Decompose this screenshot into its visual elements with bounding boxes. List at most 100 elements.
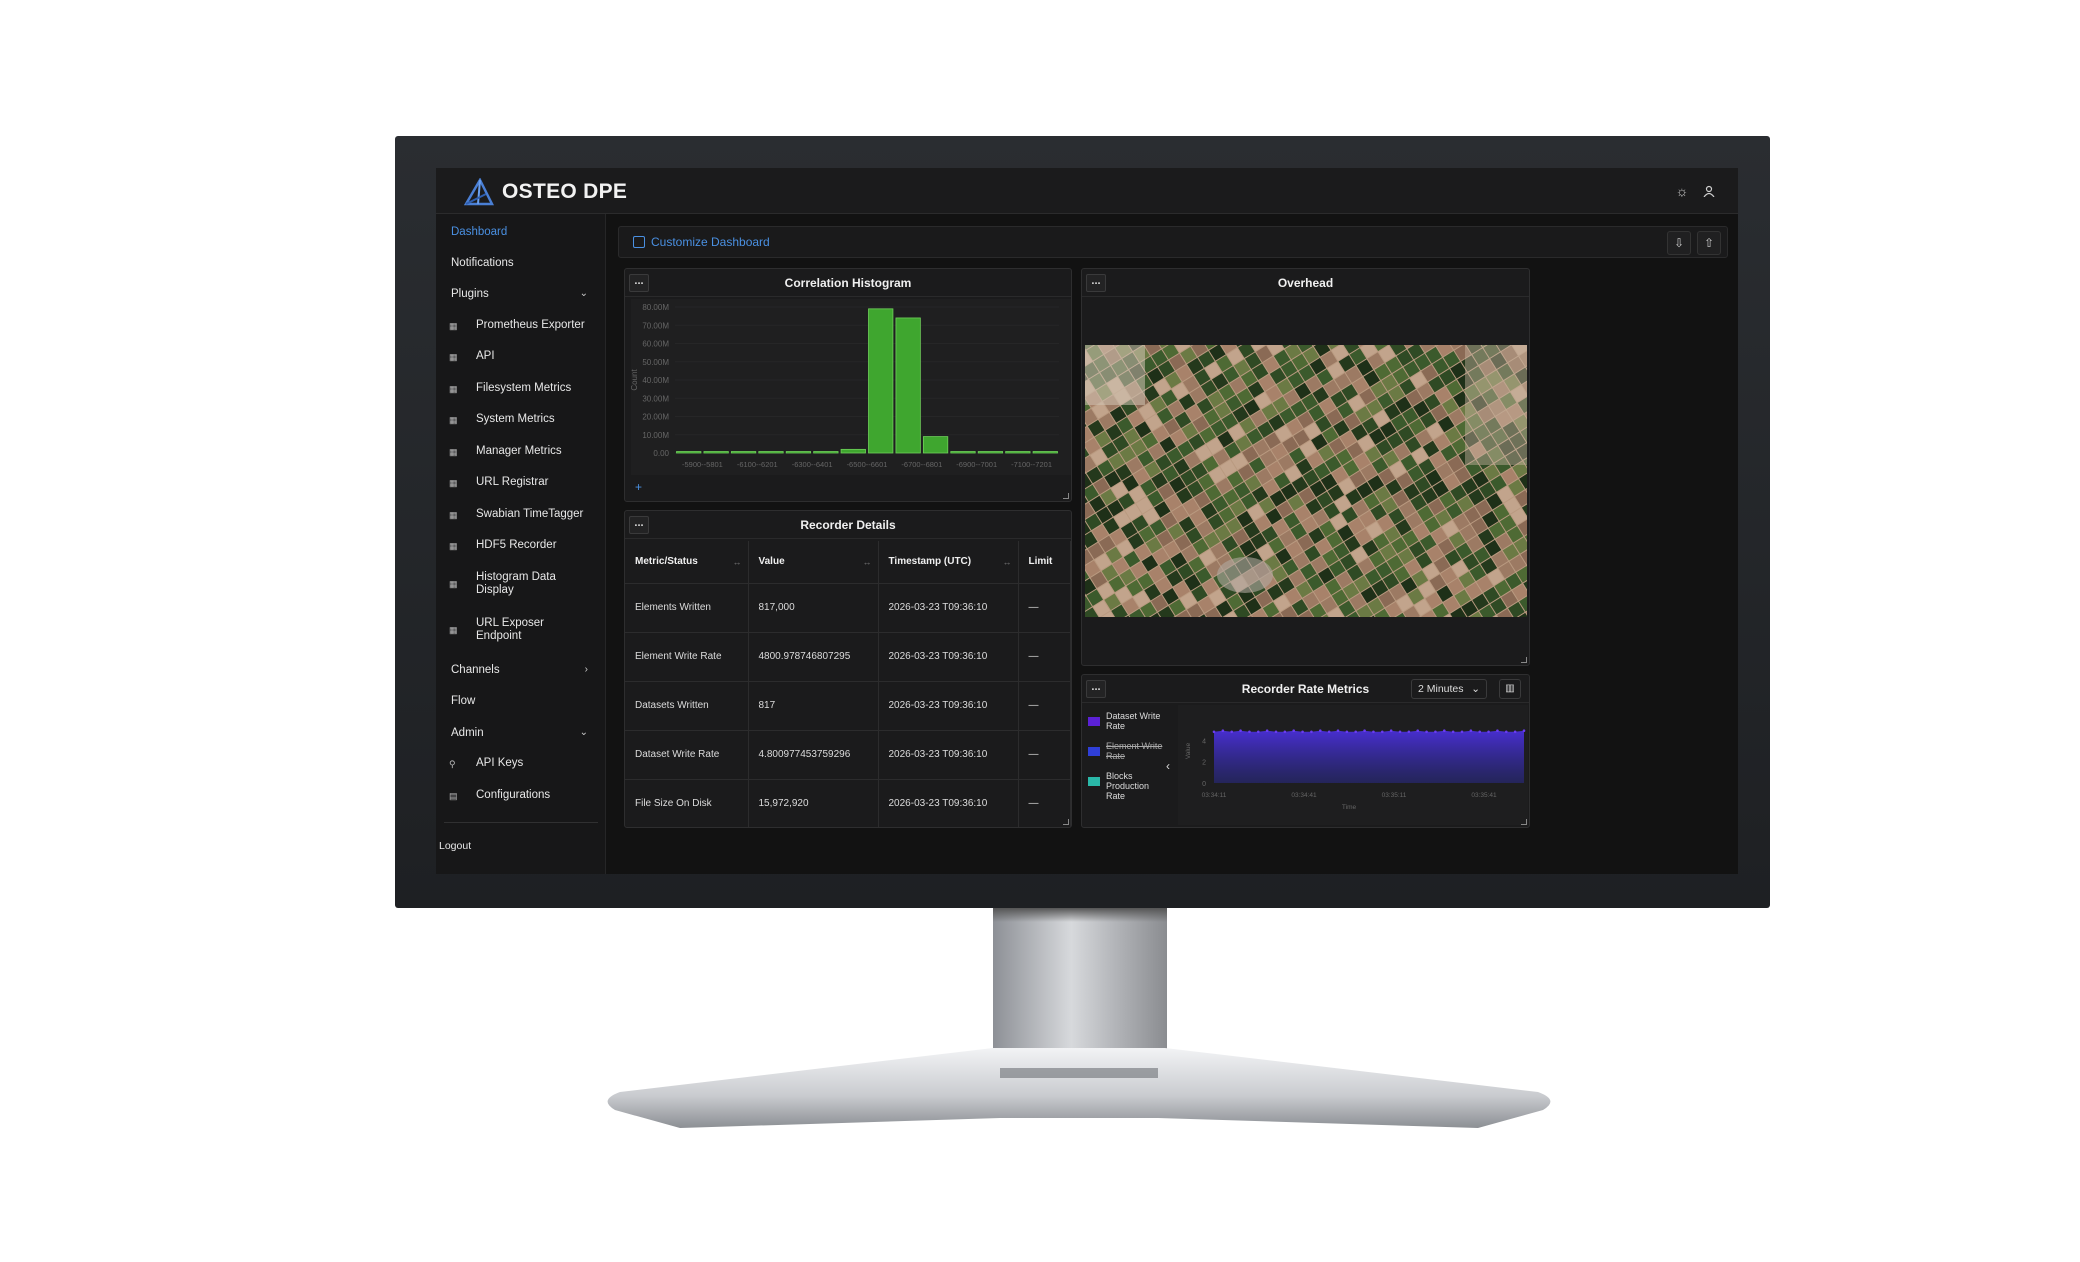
column-header[interactable]: Value ↔	[748, 541, 879, 584]
town-area	[1217, 557, 1273, 593]
logout-button[interactable]: Logout	[436, 832, 606, 860]
export-icon[interactable]: ⇧	[1697, 231, 1721, 255]
series-point	[1256, 730, 1260, 734]
series-point	[1460, 730, 1464, 734]
resize-column-icon[interactable]: ↔	[733, 557, 742, 567]
nav-flow[interactable]: Flow	[436, 687, 606, 715]
nav-api-keys[interactable]: ⚲ API Keys	[436, 750, 606, 778]
resize-handle[interactable]	[1063, 493, 1069, 499]
edit-icon	[633, 236, 645, 248]
y-tick-label: 60.00M	[642, 340, 669, 349]
time-range-select[interactable]: 2 Minutes ⌄	[1411, 679, 1487, 699]
column-header[interactable]: Limit	[1018, 541, 1071, 584]
table-cell: 817	[748, 681, 879, 731]
panel-header: ... Correlation Histogram	[625, 269, 1071, 297]
nav-admin[interactable]: Admin ⌄	[436, 719, 606, 747]
nav-plugin-label: Swabian TimeTagger	[476, 508, 584, 520]
x-tick-label: -6300--6401	[792, 460, 833, 469]
series-point	[1522, 729, 1526, 733]
nav-plugin-item[interactable]: ▦ Histogram Data Display	[436, 564, 606, 604]
resize-handle[interactable]	[1063, 819, 1069, 825]
y-tick-label: 4	[1202, 738, 1206, 745]
nav-plugin-item[interactable]: ▦ Manager Metrics	[436, 438, 606, 466]
legend-swatch	[1088, 717, 1100, 726]
x-tick-label: -6700--6801	[901, 460, 942, 469]
sun-icon[interactable]: ☼	[1671, 180, 1693, 202]
import-icon[interactable]: ⇩	[1667, 231, 1691, 255]
resize-column-icon[interactable]: ↔	[863, 557, 872, 567]
panel-header: ... Overhead	[1082, 269, 1529, 297]
nav-plugins[interactable]: Plugins ⌄	[436, 280, 606, 308]
neck-shadow	[993, 908, 1167, 922]
histogram-bar	[1005, 451, 1031, 454]
nav-plugin-item[interactable]: ▦ URL Registrar	[436, 469, 606, 497]
time-range-value: 2 Minutes	[1418, 683, 1464, 695]
x-tick-label: 03:34:11	[1202, 792, 1227, 799]
nav-plugin-label: HDF5 Recorder	[476, 539, 557, 551]
column-header-label: Metric/Status	[635, 556, 698, 568]
nav-plugin-item[interactable]: ▦ URL Exposer Endpoint	[436, 610, 606, 650]
nav-plugin-item[interactable]: ▦ System Metrics	[436, 406, 606, 434]
x-tick-label: 03:35:11	[1382, 792, 1407, 799]
column-header-label: Limit	[1028, 556, 1053, 568]
nav-plugin-item[interactable]: ▦ API	[436, 343, 606, 371]
y-tick-label: 50.00M	[642, 358, 669, 367]
nav-plugin-label: URL Exposer Endpoint	[476, 617, 544, 642]
table-cell: 2026-03-23 T09:36:10	[878, 583, 1019, 633]
histogram-bar	[977, 451, 1004, 454]
grid-icon: ▦	[449, 352, 458, 362]
nav-plugin-item[interactable]: ▦ Prometheus Exporter	[436, 312, 606, 340]
histogram-bar	[895, 317, 921, 454]
screen: OSTEO DPE ☼ Dashboard Notifications Plug…	[436, 168, 1738, 874]
histogram-bar	[703, 451, 729, 454]
details-table: Metric/Status ↔ Value ↔ Timestamp (UTC) ↔ L…	[625, 541, 1071, 827]
y-tick-label: 10.00M	[642, 431, 669, 440]
chart-type-icon[interactable]: ▥	[1499, 679, 1521, 699]
histogram-bar	[730, 451, 757, 454]
series-point	[1230, 730, 1234, 734]
nav-configurations[interactable]: ▤ Configurations	[436, 782, 606, 810]
customize-dashboard-button[interactable]: Customize Dashboard	[633, 235, 770, 249]
histogram-bar	[813, 451, 839, 454]
nav-notifications[interactable]: Notifications	[436, 249, 606, 277]
column-header[interactable]: Metric/Status ↔	[625, 541, 749, 584]
collapse-legend-icon[interactable]: ‹	[1166, 759, 1170, 773]
series-point	[1221, 729, 1225, 733]
series-point	[1389, 729, 1393, 733]
table-header-row: Metric/Status ↔ Value ↔ Timestamp (UTC) ↔ L…	[625, 541, 1071, 584]
histogram-bar	[1032, 451, 1058, 454]
nav-notifications-label: Notifications	[451, 257, 514, 269]
table-cell: Dataset Write Rate	[625, 730, 749, 780]
resize-handle[interactable]	[1521, 657, 1527, 663]
nav-channels[interactable]: Channels ›	[436, 656, 606, 684]
nav-dashboard[interactable]: Dashboard	[436, 218, 606, 246]
table-cell: 4.800977453759296	[748, 730, 879, 780]
column-header-label: Timestamp (UTC)	[888, 556, 972, 568]
nav-plugin-item[interactable]: ▦ Swabian TimeTagger	[436, 501, 606, 529]
resize-handle[interactable]	[1521, 819, 1527, 825]
legend-item[interactable]: Dataset Write Rate	[1086, 711, 1174, 735]
details-panel: ... Recorder Details Metric/Status ↔ Valu…	[624, 510, 1072, 828]
nav-plugin-item[interactable]: ▦ Filesystem Metrics	[436, 375, 606, 403]
grid-icon: ▦	[449, 579, 458, 589]
legend-item[interactable]: Element Write Rate	[1086, 741, 1174, 765]
x-tick-label: -6900--7001	[956, 460, 997, 469]
chart-legend: Dataset Write Rate Element Write Rate Bl…	[1086, 711, 1174, 811]
legend-item[interactable]: Blocks Production Rate	[1086, 771, 1174, 805]
chevron-down-icon: ⌄	[579, 727, 588, 738]
series-point	[1487, 730, 1490, 734]
nav-plugin-label: System Metrics	[476, 413, 555, 425]
table-cell: 15,972,920	[748, 779, 879, 827]
user-icon[interactable]	[1698, 180, 1720, 202]
column-header[interactable]: Timestamp (UTC) ↔	[878, 541, 1019, 584]
nav-channels-label: Channels	[451, 664, 500, 676]
resize-column-icon[interactable]: ↔	[1003, 557, 1012, 567]
monitor-neck	[993, 908, 1167, 1068]
legend-swatch	[1088, 777, 1100, 786]
series-point	[1434, 730, 1437, 734]
add-icon[interactable]: +	[635, 480, 642, 494]
series-point	[1318, 729, 1322, 733]
y-tick-label: 70.00M	[642, 321, 669, 330]
rate-metrics-panel: ... Recorder Rate Metrics 2 Minutes ⌄ ▥ D…	[1081, 674, 1530, 828]
nav-plugin-item[interactable]: ▦ HDF5 Recorder	[436, 532, 606, 560]
